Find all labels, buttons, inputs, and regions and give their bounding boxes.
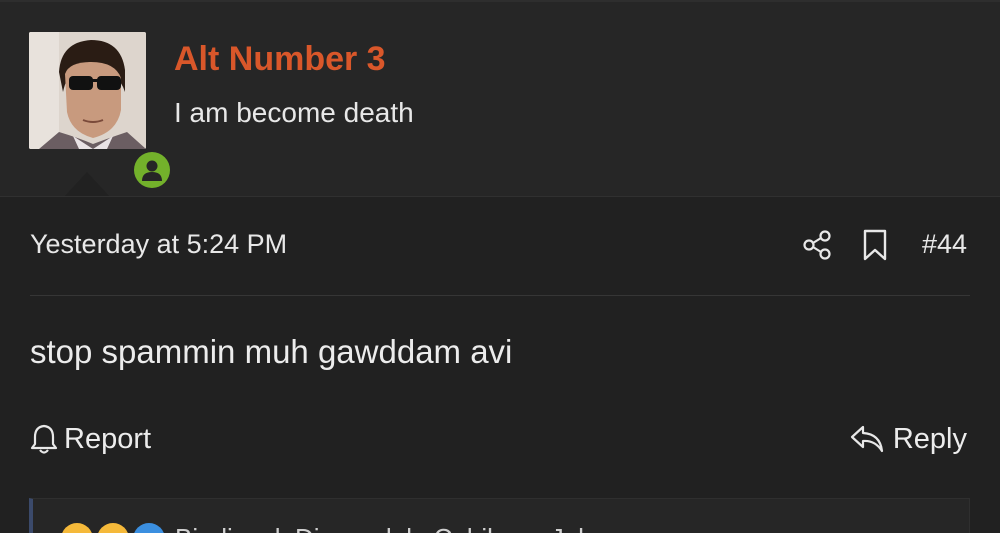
avatar-image	[29, 32, 146, 149]
post-page: Alt Number 3 I am become death Yesterday…	[0, 0, 1000, 533]
reply-icon	[850, 425, 883, 453]
user-title: I am become death	[174, 97, 414, 128]
report-label: Report	[64, 422, 152, 455]
online-badge-inner	[134, 152, 170, 188]
bookmark-icon[interactable]	[862, 229, 888, 261]
laugh-emoji	[97, 523, 129, 533]
header-divider	[0, 196, 1000, 197]
avatar-wrap[interactable]	[29, 32, 174, 192]
post-number[interactable]: #44	[922, 229, 967, 260]
report-button[interactable]: Report	[30, 421, 151, 457]
post-timestamp[interactable]: Yesterday at 5:24 PM	[30, 229, 287, 260]
header-pointer	[62, 172, 112, 199]
online-badge	[130, 148, 174, 192]
laugh-emoji	[61, 523, 93, 533]
avatar[interactable]	[29, 32, 146, 149]
like-emoji	[133, 523, 165, 533]
reaction-summary[interactable]: Biodiesel, Dimmadale Cubikers, John...	[175, 523, 629, 533]
user-header: Alt Number 3 I am become death	[0, 2, 1000, 199]
meta-divider	[30, 295, 970, 296]
post-body: stop spammin muh gawddam avi	[30, 333, 513, 370]
share-icon[interactable]	[802, 229, 832, 261]
bell-icon	[30, 424, 58, 454]
reply-button[interactable]: Reply	[849, 421, 967, 457]
reactions-bar[interactable]: Biodiesel, Dimmadale Cubikers, John...	[29, 498, 970, 533]
username[interactable]: Alt Number 3	[174, 40, 386, 79]
reply-label: Reply	[892, 422, 967, 455]
user-online-icon	[142, 160, 162, 181]
